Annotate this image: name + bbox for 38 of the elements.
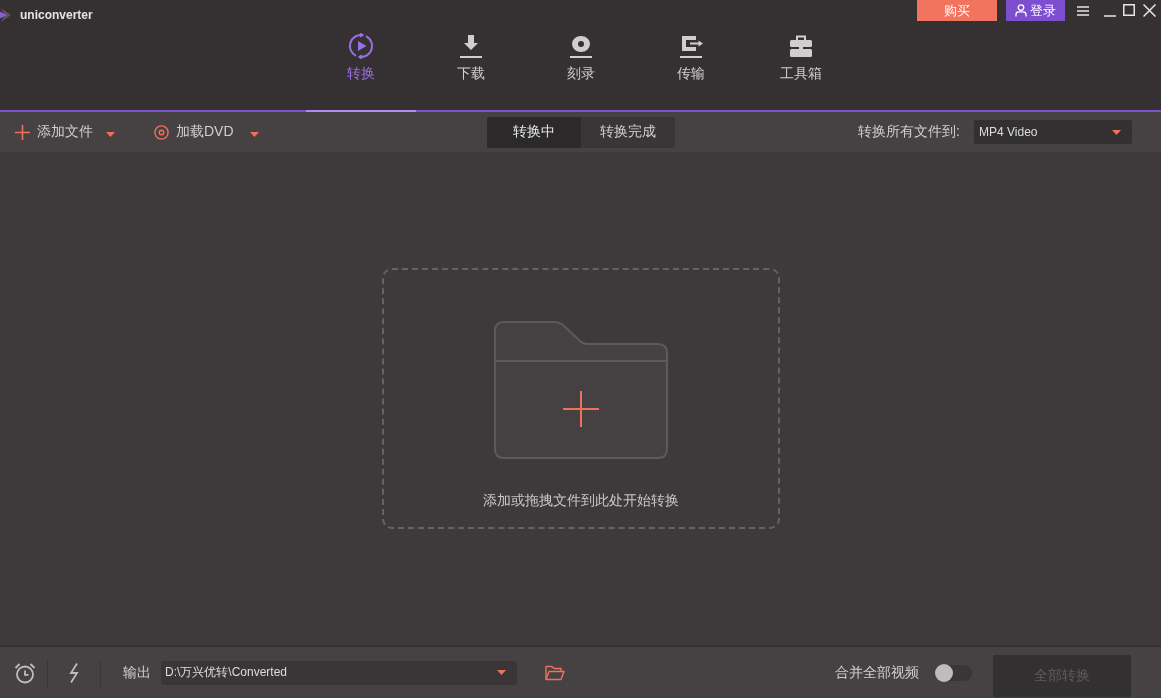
toolbox-icon <box>787 33 814 59</box>
folder-icon[interactable] <box>545 664 565 681</box>
nav-tab[interactable]: 刻录 <box>525 30 636 112</box>
folder-plus-icon <box>493 321 668 459</box>
box-arrow-icon <box>678 33 703 59</box>
download-icon <box>458 33 483 59</box>
drop-hint: 添加或拖拽文件到此处开始转换 <box>482 492 679 510</box>
maximize-icon[interactable] <box>1123 4 1135 16</box>
load-dvd-button[interactable]: 加载DVD <box>154 123 259 141</box>
drop-zone[interactable]: 添加或拖拽文件到此处开始转换 <box>381 268 780 529</box>
alarm-clock-icon[interactable] <box>14 661 36 684</box>
status-tab[interactable]: 转换完成 <box>580 116 675 148</box>
caret-icon <box>497 670 506 675</box>
logo-icon <box>0 8 11 22</box>
login-button[interactable]: 登录 <box>1006 0 1065 21</box>
disc-icon <box>568 33 593 59</box>
merge-toggle[interactable] <box>935 663 972 682</box>
app-name: uniconverter <box>20 8 93 22</box>
status-tab[interactable]: 转换中 <box>486 116 581 148</box>
menu-icon[interactable] <box>1077 6 1089 16</box>
format-dropdown[interactable]: MP4 Video <box>974 120 1132 144</box>
nav-tab[interactable]: 工具箱 <box>745 30 856 112</box>
add-file-button[interactable]: 添加文件 <box>15 123 115 141</box>
lightning-icon[interactable] <box>68 661 80 684</box>
nav-tab[interactable]: 下载 <box>415 30 526 112</box>
output-path-dropdown[interactable]: D:\万兴优转\Converted <box>161 660 517 685</box>
user-icon <box>1015 4 1027 17</box>
disc-icon <box>154 124 169 140</box>
caret-icon <box>106 132 115 137</box>
output-label: 输出 <box>123 663 151 682</box>
merge-videos-label: 合并全部视频 <box>835 663 919 682</box>
caret-icon <box>249 132 259 137</box>
convert-all-to-label: 转换所有文件到: <box>858 123 960 141</box>
plus-icon <box>15 124 30 140</box>
close-icon[interactable] <box>1143 4 1156 17</box>
circular-arrows-play-icon <box>347 33 374 59</box>
nav-tab[interactable]: 传输 <box>635 30 746 112</box>
caret-icon <box>1112 129 1121 135</box>
